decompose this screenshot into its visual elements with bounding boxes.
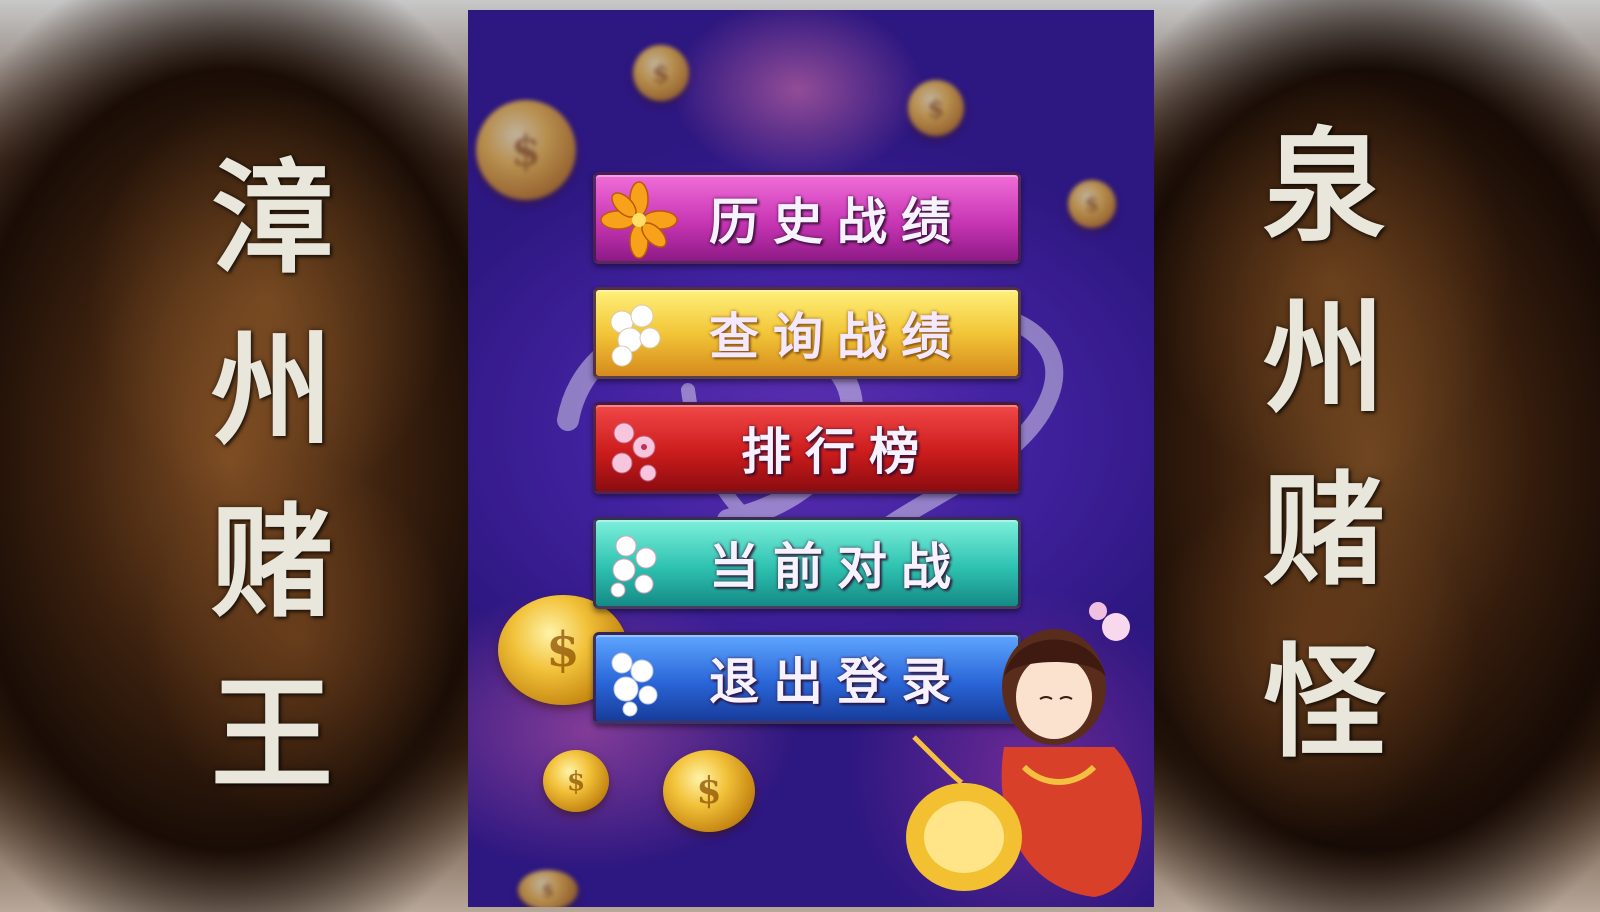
- left-vertical-title: 漳 州 赌 王: [192, 132, 352, 820]
- query-record-label: 查询战绩: [709, 307, 965, 366]
- right-title-char-1: 泉: [1263, 114, 1385, 258]
- screen: 漳 州 赌 王 泉 州 赌 怪 $ $ $ $ $ $ $ $ 历史战绩 查询战…: [0, 0, 1600, 912]
- coin-icon: [1068, 180, 1116, 228]
- pink-blossom-icon: [600, 411, 678, 489]
- orange-flower-icon: [600, 181, 678, 259]
- white-flower-icon: [600, 296, 678, 374]
- history-record-button[interactable]: 历史战绩: [593, 172, 1021, 264]
- left-title-char-3: 赌: [211, 490, 333, 634]
- left-title-char-1: 漳: [211, 146, 333, 290]
- right-title-char-2: 州: [1263, 286, 1385, 430]
- right-vertical-title: 泉 州 赌 怪: [1244, 100, 1404, 788]
- right-title-char-3: 赌: [1263, 458, 1385, 602]
- coin-icon: [908, 80, 964, 136]
- game-menu-panel: 历史战绩 查询战绩: [468, 10, 1154, 907]
- coin-icon: [476, 100, 576, 200]
- history-record-label: 历史战绩: [709, 192, 965, 251]
- left-title-char-2: 州: [211, 318, 333, 462]
- left-title-char-4: 王: [211, 662, 333, 806]
- coin-icon: [543, 750, 609, 812]
- coin-icon: [663, 750, 755, 832]
- right-title-char-4: 怪: [1263, 630, 1385, 774]
- character-illustration: [906, 602, 1142, 897]
- coin-icon: [518, 870, 578, 907]
- white-flower-icon: [600, 641, 678, 719]
- leaderboard-button[interactable]: 排行榜: [593, 402, 1021, 494]
- query-record-button[interactable]: 查询战绩: [593, 287, 1021, 379]
- leaderboard-label: 排行榜: [741, 422, 933, 481]
- coin-icon: [633, 45, 689, 101]
- white-blossom-icon: [600, 526, 678, 604]
